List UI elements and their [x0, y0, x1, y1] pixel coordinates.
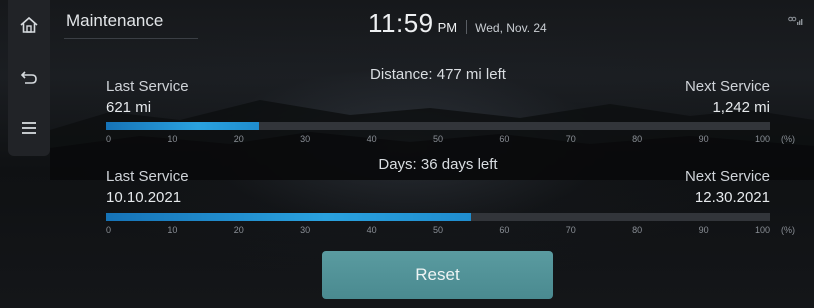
page-title: Maintenance	[66, 11, 164, 30]
scale-tick-50: 50	[432, 134, 444, 144]
days-scale-unit: (%)	[781, 225, 795, 235]
days-next-service-value: 12.30.2021	[694, 189, 770, 206]
scale-tick-20: 20	[233, 134, 244, 144]
scale-tick-70: 70	[565, 225, 576, 235]
scale-tick-80: 80	[632, 225, 643, 235]
distance-scale-unit: (%)	[781, 134, 795, 144]
scale-tick-40: 40	[366, 134, 377, 144]
clock-divider	[466, 19, 468, 34]
home-button[interactable]	[8, 5, 50, 45]
days-last-service-label: Last Service	[106, 168, 189, 185]
days-remaining: Days: 36 days left	[378, 156, 498, 173]
maintenance-screen: Maintenance 11:59 PM Wed, Nov. 24 Distan…	[0, 0, 814, 308]
days-next-service-label: Next Service	[684, 168, 770, 185]
scale-tick-10: 10	[167, 225, 178, 235]
scale-tick-30: 30	[300, 134, 311, 144]
scale-tick-100: 100	[754, 225, 770, 235]
days-scale: 0 10 20 30 40 50 60 70 80 90 100	[106, 225, 770, 237]
distance-remaining: Distance: 477 mi left	[370, 66, 506, 83]
reset-button[interactable]: Reset	[322, 251, 553, 299]
back-button[interactable]	[8, 57, 50, 97]
distance-last-service-label: Last Service	[106, 78, 189, 95]
signal-icon	[788, 16, 803, 25]
scale-tick-90: 90	[698, 134, 709, 144]
clock: 11:59 PM Wed, Nov. 24	[368, 8, 547, 39]
distance-progress-fill	[106, 122, 259, 130]
scale-tick-0: 0	[106, 225, 112, 235]
distance-scale: 0 10 20 30 40 50 60 70 80 90 100	[106, 134, 770, 146]
scale-tick-0: 0	[106, 134, 112, 144]
distance-last-service-value: 621 mi	[106, 99, 152, 116]
menu-button[interactable]	[8, 108, 50, 148]
menu-icon	[22, 122, 36, 134]
scale-tick-10: 10	[167, 134, 178, 144]
scale-tick-50: 50	[432, 225, 444, 235]
scale-tick-20: 20	[233, 225, 244, 235]
clock-time: 11:59	[368, 8, 434, 38]
distance-progress-bar	[106, 122, 770, 130]
clock-ampm: PM	[437, 20, 458, 35]
back-icon	[20, 71, 37, 84]
distance-next-service-value: 1,242 mi	[712, 99, 770, 116]
scale-tick-60: 60	[499, 134, 510, 144]
scale-tick-70: 70	[565, 134, 576, 144]
scale-tick-30: 30	[300, 225, 311, 235]
days-progress-fill	[106, 213, 472, 221]
title-divider	[64, 38, 198, 39]
days-last-service-value: 10.10.2021	[106, 189, 182, 206]
days-progress-bar	[106, 213, 770, 221]
scale-tick-80: 80	[632, 134, 643, 144]
home-icon	[20, 16, 38, 33]
scale-tick-100: 100	[754, 134, 770, 144]
scale-tick-40: 40	[366, 225, 377, 235]
scale-tick-90: 90	[698, 225, 709, 235]
distance-next-service-label: Next Service	[684, 78, 770, 95]
scale-tick-60: 60	[499, 225, 510, 235]
sidebar	[8, 0, 50, 156]
clock-date: Wed, Nov. 24	[475, 21, 547, 35]
